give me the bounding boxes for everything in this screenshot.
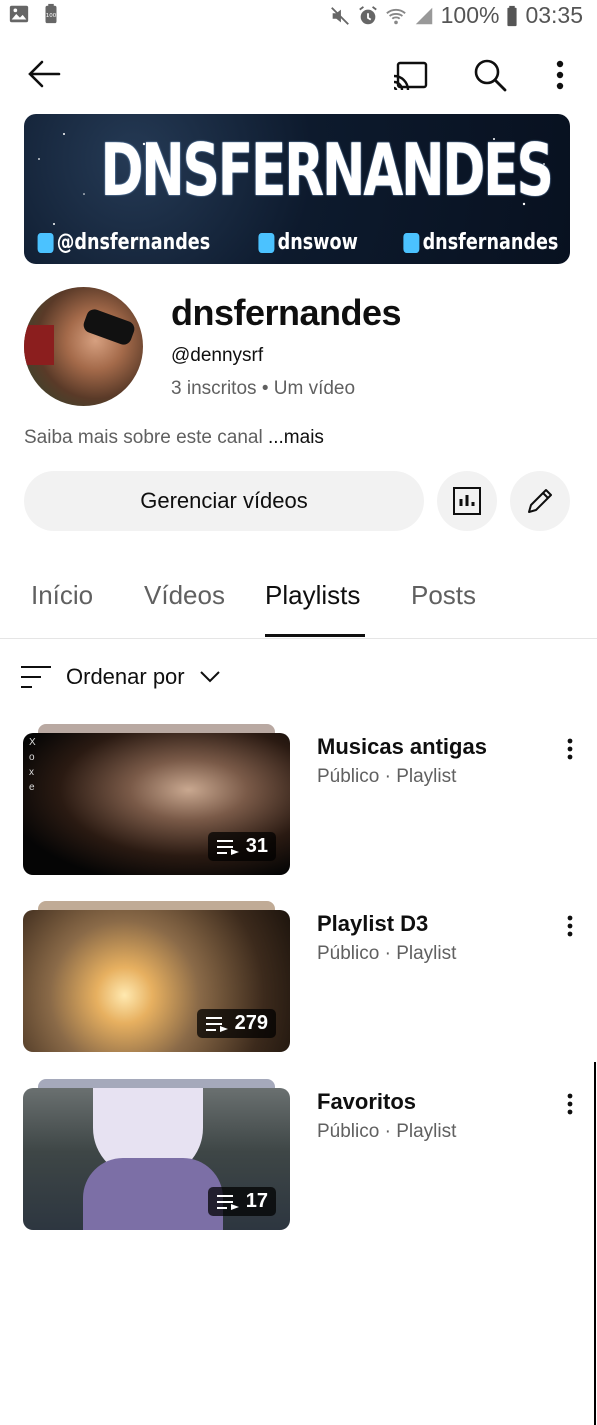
gallery-icon — [9, 5, 29, 23]
more-vertical-icon — [567, 738, 573, 760]
about-channel-link[interactable]: Saiba mais sobre este canal ...mais — [24, 427, 324, 449]
playlist-title[interactable]: Favoritos — [317, 1089, 416, 1115]
channel-handle: @dennysrf — [171, 345, 264, 366]
about-text: Saiba mais sobre este canal — [24, 427, 263, 448]
banner-social-instagram: @dnsfernandes — [37, 230, 210, 255]
chevron-down-icon — [199, 671, 220, 683]
avatar-sunglasses — [81, 307, 137, 347]
wifi-icon — [385, 8, 406, 24]
playlist-icon — [205, 1016, 228, 1032]
playlist-subtitle: Público · Playlist — [317, 943, 457, 964]
playlist-more-button[interactable] — [558, 734, 582, 764]
playlist-thumbnail[interactable]: 279 — [23, 910, 290, 1052]
signal-icon — [415, 7, 432, 24]
clock: 03:35 — [525, 2, 583, 28]
playlist-title[interactable]: Musicas antigas — [317, 734, 487, 760]
tab-inicio[interactable]: Início — [31, 580, 93, 611]
avatar-background — [24, 325, 54, 365]
channel-stats: 3 inscritos • Um vídeo — [171, 378, 355, 400]
instagram-icon — [37, 232, 54, 253]
thumbnail-character-cloak — [83, 1158, 223, 1230]
back-arrow-icon — [28, 60, 61, 88]
more-vertical-icon — [556, 60, 564, 90]
playlist-item[interactable]: Xoxe 31 Musicas antigas Público · Playli… — [0, 724, 597, 875]
playlist-more-button[interactable] — [558, 1089, 582, 1119]
channel-avatar[interactable] — [24, 287, 143, 406]
more-vertical-icon — [567, 915, 573, 937]
playlist-item[interactable]: 279 Playlist D3 Público · Playlist — [0, 901, 597, 1052]
banner-social-youtube: dnsfernandes — [403, 230, 559, 255]
playlist-title[interactable]: Playlist D3 — [317, 911, 428, 937]
svg-text:100: 100 — [46, 13, 57, 19]
battery-icon — [507, 5, 518, 26]
playlist-thumbnail[interactable]: 17 — [23, 1088, 290, 1230]
playlist-item[interactable]: 17 Favoritos Público · Playlist — [0, 1079, 597, 1230]
playlist-subtitle: Público · Playlist — [317, 766, 457, 787]
status-bar: 100 100% 03:35 — [0, 0, 597, 30]
tab-posts[interactable]: Posts — [411, 580, 476, 611]
playlist-icon — [216, 839, 239, 855]
active-tab-indicator — [265, 634, 365, 637]
playlist-count: 279 — [234, 1012, 268, 1034]
scrollbar[interactable] — [594, 1062, 596, 1425]
channel-banner: DNSFERNANDES @dnsfernandes dnswow dnsfer… — [24, 114, 570, 264]
channel-tabs: Início Vídeos Playlists Posts — [0, 580, 597, 639]
playlist-icon — [216, 1194, 239, 1210]
banner-title: DNSFERNANDES — [100, 128, 553, 212]
playlist-more-button[interactable] — [558, 911, 582, 941]
sort-dropdown[interactable]: Ordenar por — [20, 664, 221, 690]
playlist-count-badge: 31 — [207, 832, 276, 861]
playlist-count-badge: 279 — [196, 1009, 276, 1038]
playlist-count-badge: 17 — [207, 1187, 276, 1216]
edit-channel-button[interactable] — [510, 471, 570, 531]
sort-label: Ordenar por — [66, 664, 185, 689]
playlist-count: 31 — [245, 835, 268, 857]
mute-icon — [330, 6, 349, 25]
twitter-icon — [258, 232, 275, 253]
channel-name: dnsfernandes — [171, 292, 402, 333]
more-options-button[interactable] — [546, 55, 574, 95]
cast-icon — [393, 61, 428, 90]
cast-button[interactable] — [390, 56, 430, 94]
playlist-thumbnail[interactable]: Xoxe 31 — [23, 733, 290, 875]
more-vertical-icon — [567, 1093, 573, 1115]
playlist-subtitle: Público · Playlist — [317, 1121, 457, 1142]
banner-social-twitter: dnswow — [258, 230, 358, 255]
pencil-icon — [528, 489, 552, 513]
manage-videos-button[interactable]: Gerenciar vídeos — [24, 471, 424, 531]
about-more: ...mais — [267, 427, 324, 448]
banner-socials: @dnsfernandes dnswow dnsfernandes — [24, 230, 570, 255]
video-count: Um vídeo — [273, 378, 356, 399]
sort-icon — [21, 666, 51, 688]
youtube-icon — [403, 232, 420, 253]
battery-saver-icon: 100 — [45, 3, 57, 24]
tab-playlists[interactable]: Playlists — [265, 580, 360, 611]
playlist-count: 17 — [245, 1190, 268, 1212]
subscriber-count: 3 inscritos — [171, 378, 257, 399]
search-button[interactable] — [470, 55, 510, 95]
analytics-button[interactable] — [437, 471, 497, 531]
battery-percent: 100% — [440, 2, 500, 28]
stats-separator: • — [261, 378, 269, 399]
alarm-icon — [358, 5, 377, 24]
search-icon — [474, 59, 507, 92]
back-button[interactable] — [22, 54, 66, 94]
tab-videos[interactable]: Vídeos — [144, 580, 225, 611]
analytics-icon — [453, 487, 481, 515]
thumbnail-text: Xoxe — [29, 737, 36, 793]
